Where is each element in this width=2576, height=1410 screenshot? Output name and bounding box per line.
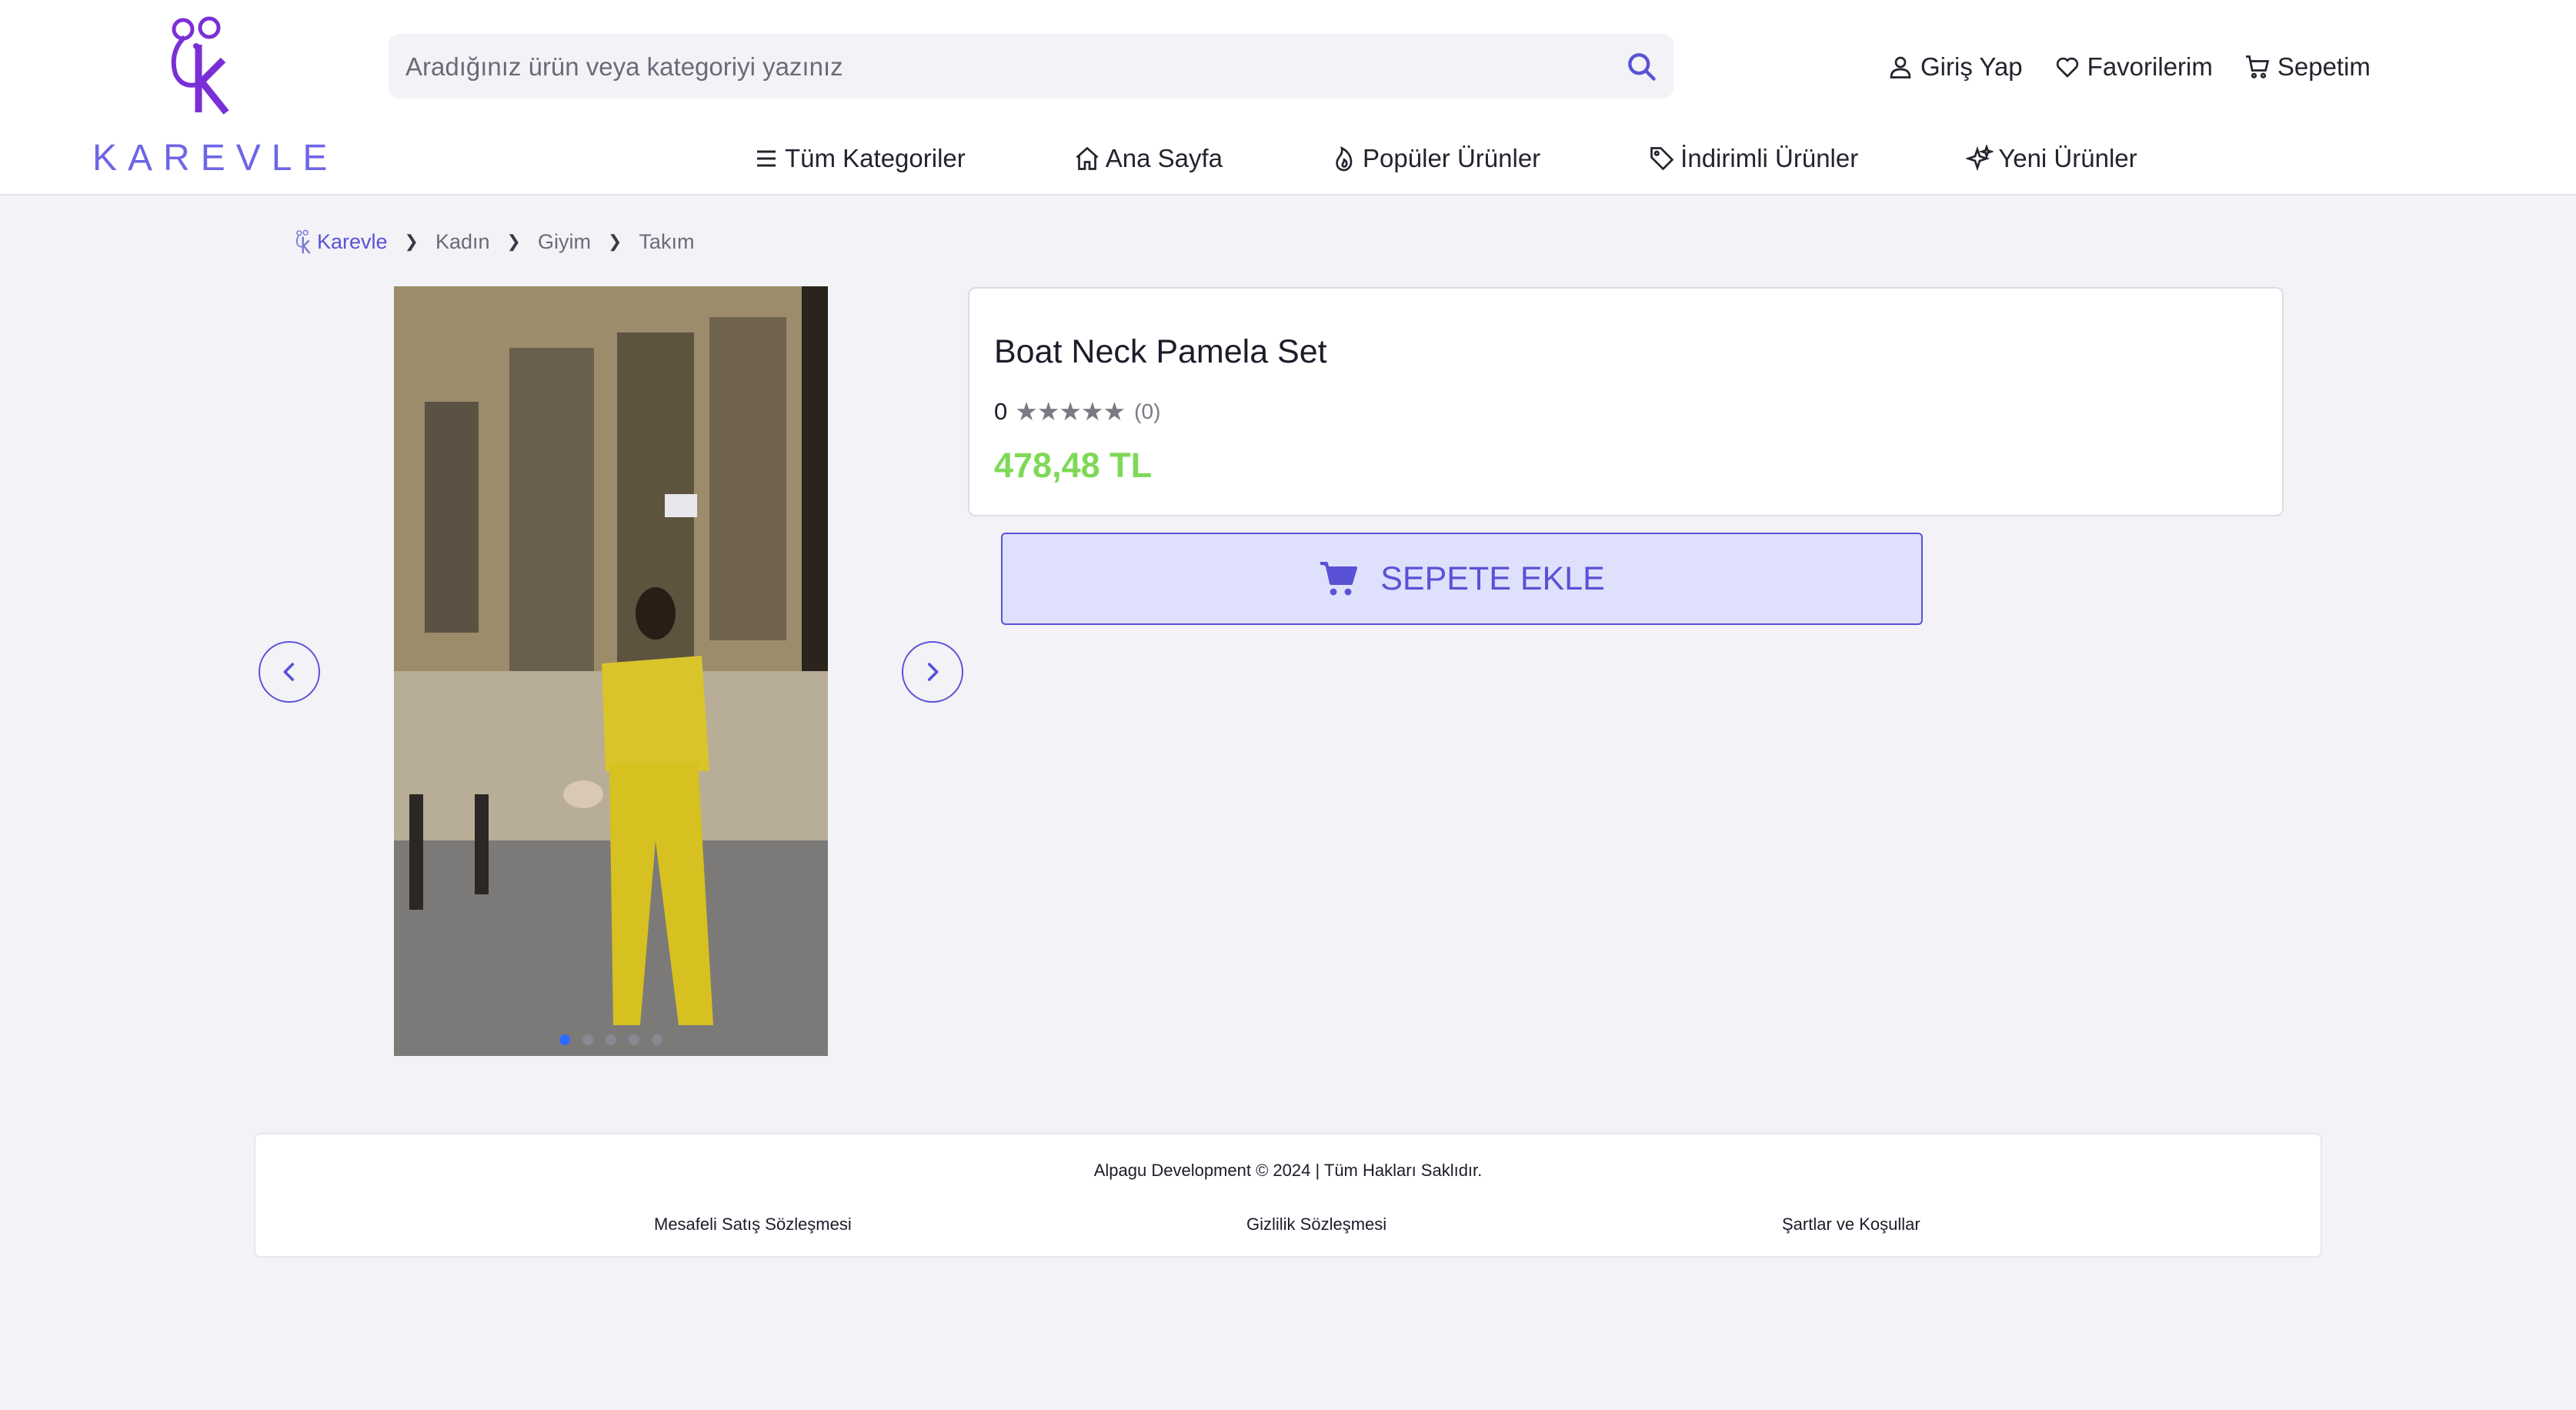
- footer-link-privacy[interactable]: Gizlilik Sözleşmesi: [1246, 1215, 1386, 1235]
- cart-icon: [2245, 55, 2270, 79]
- login-link[interactable]: Giriş Yap: [1887, 52, 2023, 82]
- login-label: Giriş Yap: [1920, 52, 2023, 81]
- search-input[interactable]: [404, 34, 1592, 100]
- koala-logo-icon: [295, 229, 311, 254]
- user-links: Giriş Yap Favorilerim Sepetim: [1887, 46, 2371, 88]
- site-header: KAREVLE Giriş Yap Favorilerim Sepetim Tü…: [0, 0, 2576, 195]
- chevron-right-icon: ❯: [607, 232, 622, 251]
- nav-all-categories[interactable]: Tüm Kategoriler: [752, 144, 966, 173]
- breadcrumb-item[interactable]: Takım: [639, 230, 694, 254]
- nav-label: İndirimli Ürünler: [1680, 144, 1859, 172]
- main-nav: Tüm Kategoriler Ana Sayfa Popüler Ürünle…: [752, 139, 2137, 179]
- breadcrumb-item[interactable]: Giyim: [538, 230, 591, 254]
- copyright-text: Alpagu Development © 2024 | Tüm Hakları …: [1093, 1161, 1483, 1180]
- flame-icon: [1336, 146, 1353, 172]
- add-to-cart-label: SEPETE EKLE: [1380, 560, 1605, 597]
- nav-label: Ana Sayfa: [1105, 144, 1223, 172]
- nav-label: Yeni Ürünler: [1998, 144, 2137, 172]
- cart-icon: [1320, 562, 1358, 596]
- star-rating-icon: ★★★★★: [1015, 397, 1126, 426]
- breadcrumb-home-label: Karevle: [317, 229, 388, 253]
- koala-logo-icon: [171, 16, 229, 115]
- chevron-right-icon: [927, 663, 939, 681]
- menu-icon: [757, 150, 776, 167]
- favorites-link[interactable]: Favorilerim: [2054, 52, 2213, 82]
- search-icon[interactable]: [1624, 49, 1658, 83]
- nav-label: Popüler Ürünler: [1363, 144, 1541, 172]
- nav-label: Tüm Kategoriler: [785, 144, 966, 172]
- breadcrumb-home[interactable]: Karevle: [294, 229, 388, 255]
- brand-logo[interactable]: KAREVLE: [92, 14, 327, 179]
- gallery-dots: [394, 1034, 828, 1045]
- home-icon: [1076, 146, 1099, 170]
- gallery-dot[interactable]: [606, 1034, 616, 1045]
- footer-link-terms[interactable]: Şartlar ve Koşullar: [1782, 1215, 1920, 1235]
- add-to-cart-button[interactable]: SEPETE EKLE: [1001, 533, 1923, 625]
- footer-link-distance-sales[interactable]: Mesafeli Satış Sözleşmesi: [654, 1215, 852, 1235]
- cart-link[interactable]: Sepetim: [2244, 52, 2371, 82]
- gallery-dot[interactable]: [582, 1034, 593, 1045]
- gallery-dot[interactable]: [629, 1034, 639, 1045]
- gallery-dot[interactable]: [559, 1034, 570, 1045]
- nav-popular[interactable]: Popüler Ürünler: [1330, 144, 1540, 173]
- cart-label: Sepetim: [2277, 52, 2371, 81]
- favorites-label: Favorilerim: [2087, 52, 2213, 81]
- breadcrumb-item[interactable]: Kadın: [435, 230, 490, 254]
- brand-name: KAREVLE: [92, 138, 339, 179]
- product-title: Boat Neck Pamela Set: [994, 333, 1327, 370]
- nav-new[interactable]: Yeni Ürünler: [1966, 144, 2137, 173]
- product-info-card: Boat Neck Pamela Set 0 ★★★★★ (0) 478,48 …: [968, 287, 2284, 516]
- heart-icon: [2056, 57, 2078, 78]
- gallery-prev-button[interactable]: [259, 641, 320, 703]
- product-image[interactable]: [394, 286, 828, 1056]
- nav-home[interactable]: Ana Sayfa: [1073, 144, 1223, 173]
- search-bar: [389, 34, 1673, 100]
- product-photo: [394, 286, 828, 1056]
- user-icon: [1890, 56, 1911, 79]
- gallery-dot[interactable]: [652, 1034, 662, 1045]
- site-footer: Alpagu Development © 2024 | Tüm Hakları …: [254, 1133, 2322, 1258]
- sparkles-icon: [1966, 145, 1994, 172]
- chevron-left-icon: [283, 663, 295, 681]
- product-rating: 0 ★★★★★ (0): [994, 396, 1160, 426]
- review-count[interactable]: (0): [1134, 399, 1160, 424]
- rating-value: 0: [994, 397, 1008, 425]
- tag-icon: [1650, 147, 1674, 171]
- chevron-right-icon: ❯: [506, 232, 521, 251]
- chevron-right-icon: ❯: [404, 232, 419, 251]
- breadcrumb: Karevle ❯ Kadın ❯ Giyim ❯ Takım: [294, 222, 694, 262]
- product-price: 478,48 TL: [994, 446, 1153, 485]
- gallery-next-button[interactable]: [902, 641, 963, 703]
- nav-discounted[interactable]: İndirimli Ürünler: [1648, 144, 1858, 173]
